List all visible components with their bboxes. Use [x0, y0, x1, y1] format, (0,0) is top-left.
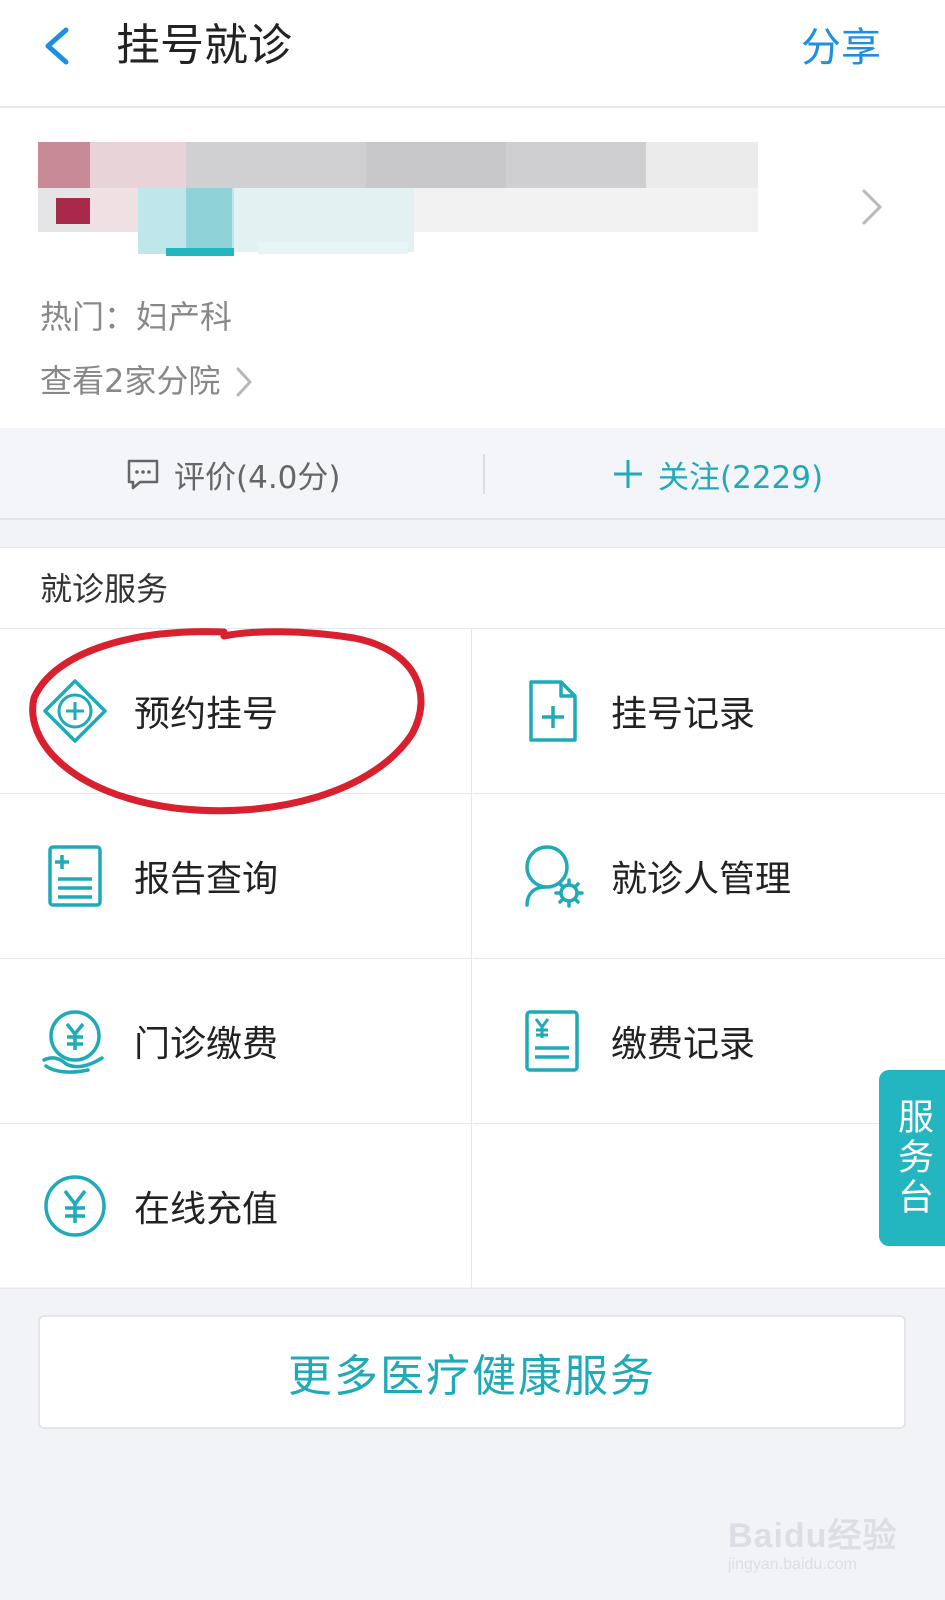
section-title: 就诊服务 [40, 570, 169, 608]
service-label: 在线充值 [134, 1189, 279, 1230]
action-bar: 评价(4.0分) 关注(2229) [0, 428, 945, 520]
share-button[interactable]: 分享 [801, 18, 881, 78]
back-icon[interactable] [36, 22, 84, 70]
comment-icon [127, 459, 159, 490]
divider [483, 454, 485, 494]
report-icon [48, 845, 102, 907]
service-payment-records[interactable]: 缴费记录 [473, 959, 945, 1124]
hospital-card[interactable]: 热门：妇产科 查看2家分院 [0, 108, 945, 428]
yuan-circle-icon [44, 1175, 106, 1237]
document-plus-icon [529, 680, 577, 742]
service-label: 就诊人管理 [611, 859, 792, 900]
service-label: 缴费记录 [611, 1024, 756, 1065]
rating-button[interactable]: 评价(4.0分) [126, 448, 341, 500]
plus-icon [614, 460, 642, 488]
follow-label: 关注(2229) [658, 459, 824, 496]
service-desk-label: 服务台 [892, 1098, 933, 1218]
top-bar: 挂号就诊 分享 [0, 0, 945, 108]
service-online-recharge[interactable]: 在线充值 [0, 1124, 472, 1289]
yuan-hand-icon [42, 1010, 104, 1074]
view-branches-label: 查看2家分院 [40, 362, 221, 400]
empty-cell [473, 1124, 945, 1289]
hospital-info-blurred [38, 142, 758, 262]
user-settings-icon [525, 845, 584, 908]
follow-button[interactable]: 关注(2229) [612, 448, 823, 500]
service-book-appointment[interactable]: 预约挂号 [0, 629, 472, 794]
service-patient-management[interactable]: 就诊人管理 [473, 794, 945, 959]
clinic-services: 就诊服务 预约挂号 挂号记录 报告查询 就诊人管理 门诊缴费 缴费记录 在线充值 [0, 547, 945, 1289]
watermark-url: jingyan.baidu.com [728, 1556, 857, 1573]
more-services-button[interactable]: 更多医疗健康服务 [38, 1315, 906, 1429]
page-title: 挂号就诊 [116, 20, 292, 71]
chevron-right-icon [236, 367, 252, 397]
service-report-query[interactable]: 报告查询 [0, 794, 472, 959]
service-desk-tab[interactable]: 服务台 [879, 1070, 945, 1246]
watermark-brand: Baidu经验 [728, 1517, 898, 1555]
view-branches-link[interactable]: 查看2家分院 [40, 358, 253, 404]
rating-label: 评价(4.0分) [174, 459, 341, 496]
baidu-watermark: Baidu经验 jingyan.baidu.com [728, 1500, 908, 1580]
service-registration-records[interactable]: 挂号记录 [473, 629, 945, 794]
hot-department: 热门：妇产科 [40, 298, 233, 336]
services-grid: 预约挂号 挂号记录 报告查询 就诊人管理 门诊缴费 缴费记录 在线充值 [0, 628, 945, 1289]
yuan-document-icon [525, 1010, 579, 1072]
chevron-right-icon [862, 189, 882, 225]
service-label: 挂号记录 [611, 694, 756, 735]
plus-diamond-icon [43, 679, 107, 743]
service-label: 预约挂号 [134, 694, 279, 735]
service-label: 门诊缴费 [134, 1024, 279, 1065]
service-outpatient-payment[interactable]: 门诊缴费 [0, 959, 472, 1124]
service-label: 报告查询 [134, 859, 279, 900]
